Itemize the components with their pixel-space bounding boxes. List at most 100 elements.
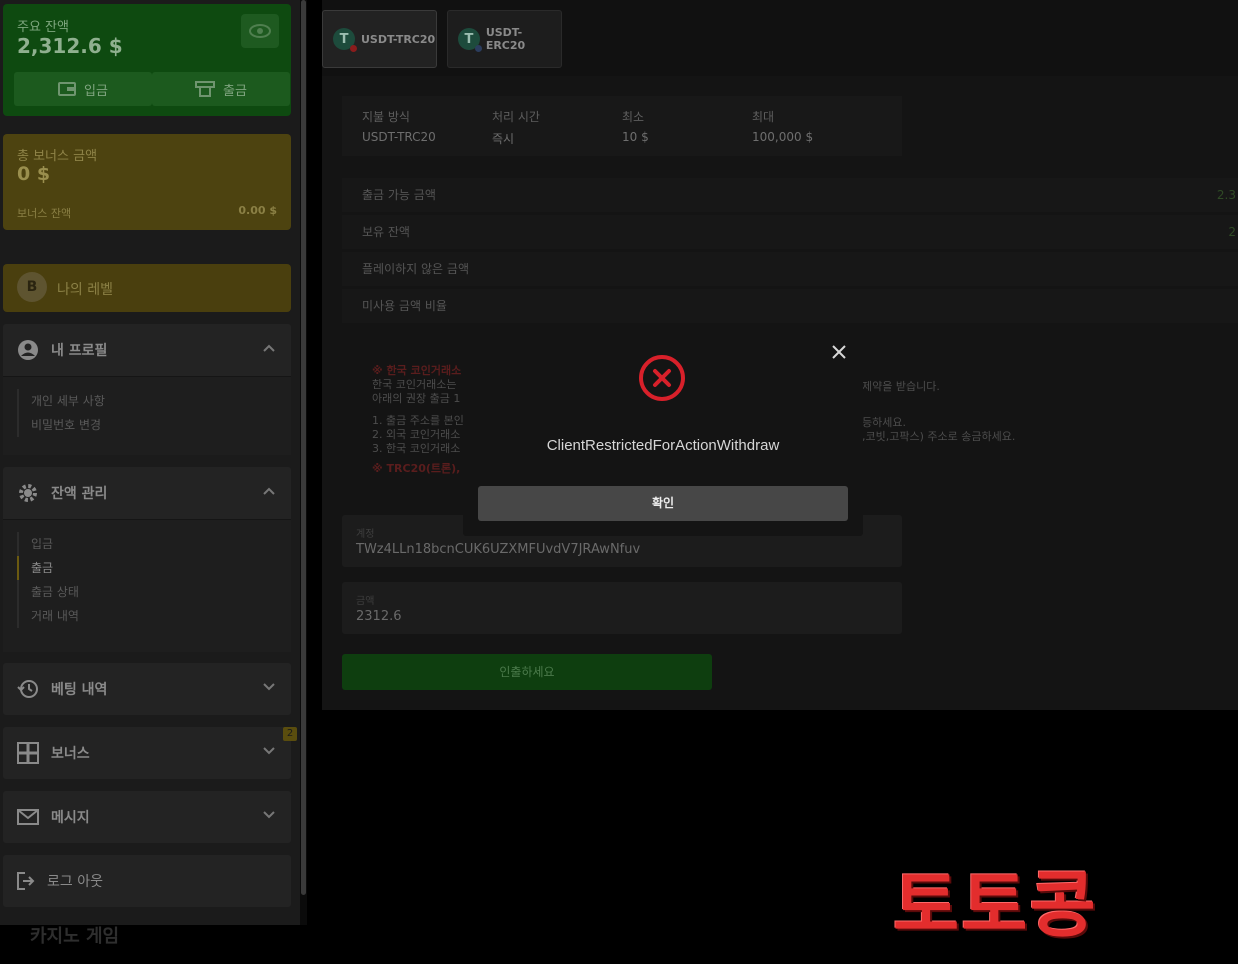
stat-label: 플레이하지 않은 금액 xyxy=(362,262,469,276)
gift-icon xyxy=(17,742,39,764)
close-icon[interactable] xyxy=(831,344,847,360)
betting-history-title: 베팅 내역 xyxy=(51,682,108,698)
info-time-label: 처리 시간 xyxy=(492,110,540,124)
my-level-button[interactable]: B 나의 레벨 xyxy=(3,264,291,312)
betting-history-panel[interactable]: 베팅 내역 xyxy=(3,663,291,715)
stat-row: 미사용 금액 비율 xyxy=(342,289,1238,323)
deposit-label: 입금 xyxy=(84,83,108,99)
sidebar-scrollbar[interactable] xyxy=(300,0,307,925)
messages-panel[interactable]: 메시지 xyxy=(3,791,291,843)
sidebar-scrollbar-thumb[interactable] xyxy=(301,0,306,895)
profile-panel: 내 프로필 개인 세부 사항 비밀번호 변경 xyxy=(3,324,291,455)
user-icon xyxy=(18,340,38,360)
main-balance-label: 주요 잔액 xyxy=(17,20,69,35)
sidebar: 주요 잔액 2,312.6 $ 입금 출금 총 보너스 금액 0 $ 보너스 잔… xyxy=(0,0,300,925)
withdraw-label: 출금 xyxy=(223,83,247,99)
balance-mgmt-title: 잔액 관리 xyxy=(51,486,108,502)
stat-label: 미사용 금액 비율 xyxy=(362,299,447,313)
toggle-balance-button[interactable] xyxy=(241,14,279,48)
stat-row: 플레이하지 않은 금액 xyxy=(342,252,1238,286)
bonus-balance-label: 보너스 잔액 xyxy=(17,207,72,220)
chevron-up-icon xyxy=(263,487,275,495)
logout-panel[interactable]: 로그 아웃 xyxy=(3,855,291,907)
history-icon xyxy=(17,680,38,698)
bonus-total-label: 총 보너스 금액 xyxy=(17,149,98,164)
notice-line-right: 제약을 받습니다. xyxy=(862,380,940,393)
logout-label: 로그 아웃 xyxy=(47,874,103,890)
profile-panel-header[interactable]: 내 프로필 xyxy=(3,324,291,376)
balance-mgmt-panel: 잔액 관리 입금 출금 출금 상태 거래 내역 xyxy=(3,467,291,652)
info-min: 최소 10 $ xyxy=(622,108,649,144)
balance-mgmt-body: 입금 출금 출금 상태 거래 내역 xyxy=(3,519,291,652)
deposit-link[interactable]: 입금 xyxy=(17,532,277,556)
error-message: ClientRestrictedForActionWithdraw xyxy=(546,437,780,454)
logout-icon xyxy=(17,872,35,890)
stat-row: 출금 가능 금액 2.3 xyxy=(342,178,1238,212)
bonus-title: 보너스 xyxy=(51,746,90,762)
change-password-link[interactable]: 비밀번호 변경 xyxy=(17,413,277,437)
main-balance-card: 주요 잔액 2,312.6 $ 입금 출금 xyxy=(3,4,291,116)
gear-icon xyxy=(19,484,37,502)
withdraw-button[interactable]: 출금 xyxy=(152,72,290,106)
casino-games-label[interactable]: 카지노 게임 xyxy=(30,922,119,948)
info-time: 처리 시간 즉시 xyxy=(492,108,540,147)
error-modal: ClientRestrictedForActionWithdraw 확인 xyxy=(463,323,863,536)
tether-icon: T xyxy=(458,28,482,52)
chevron-down-icon xyxy=(263,811,275,819)
balance-mgmt-header[interactable]: 잔액 관리 xyxy=(3,467,291,519)
logout-button[interactable]: 로그 아웃 xyxy=(3,855,291,907)
profile-details-link[interactable]: 개인 세부 사항 xyxy=(17,389,277,413)
messages-title: 메시지 xyxy=(51,810,90,826)
envelope-icon xyxy=(17,809,39,825)
tab-usdt-erc20-label: USDT-ERC20 xyxy=(485,26,526,52)
stat-label: 출금 가능 금액 xyxy=(362,188,436,202)
messages-header[interactable]: 메시지 xyxy=(3,791,291,843)
info-method-value: USDT-TRC20 xyxy=(362,130,436,144)
eye-icon xyxy=(249,24,271,38)
wallet-icon xyxy=(58,82,77,96)
betting-history-header[interactable]: 베팅 내역 xyxy=(3,663,291,715)
profile-panel-body: 개인 세부 사항 비밀번호 변경 xyxy=(3,376,291,455)
info-max: 최대 100,000 $ xyxy=(752,108,813,144)
tab-usdt-erc20[interactable]: T USDT-ERC20 xyxy=(447,10,562,68)
bonus-balance-card: 총 보너스 금액 0 $ 보너스 잔액 0.00 $ xyxy=(3,134,291,230)
confirm-button[interactable]: 확인 xyxy=(478,486,848,521)
stat-row: 보유 잔액 2 xyxy=(342,215,1238,249)
tether-icon: T xyxy=(333,28,357,52)
bonus-balance-value: 0.00 $ xyxy=(238,204,277,217)
chevron-up-icon xyxy=(263,344,275,352)
bonus-panel[interactable]: 보너스 xyxy=(3,727,291,779)
bonus-total-value: 0 $ xyxy=(17,163,51,185)
bonus-count-badge: 2 xyxy=(283,727,297,741)
bonus-header[interactable]: 보너스 xyxy=(3,727,291,779)
tab-usdt-trc20[interactable]: T USDT-TRC20 xyxy=(322,10,437,68)
stat-label: 보유 잔액 xyxy=(362,225,410,239)
transaction-history-link[interactable]: 거래 내역 xyxy=(17,604,277,628)
level-coin-icon: B xyxy=(17,272,47,302)
main-balance-value: 2,312.6 $ xyxy=(17,34,123,58)
withdraw-submit-button[interactable]: 인출하세요 xyxy=(342,654,712,690)
stat-value: 2 xyxy=(1228,225,1236,239)
chevron-down-icon xyxy=(263,683,275,691)
deposit-button[interactable]: 입금 xyxy=(14,72,152,106)
error-icon xyxy=(639,355,685,401)
withdraw-link[interactable]: 출금 xyxy=(17,556,277,580)
account-input[interactable]: TWz4LLn18bcnCUK6UZXMFUvdV7JRAwNfuv xyxy=(356,542,888,557)
amount-input[interactable]: 2312.6 xyxy=(356,609,888,624)
notice-line-right: ,코빗,고팍스) 주소로 송금하세요. xyxy=(862,430,1016,443)
info-min-value: 10 $ xyxy=(622,130,649,144)
info-max-label: 최대 xyxy=(752,110,775,124)
tab-usdt-trc20-label: USDT-TRC20 xyxy=(361,32,436,46)
withdraw-status-link[interactable]: 출금 상태 xyxy=(17,580,277,604)
amount-field[interactable]: 금액 2312.6 xyxy=(342,582,902,634)
chevron-down-icon xyxy=(263,747,275,755)
info-method-label: 지불 방식 xyxy=(362,110,410,124)
info-method: 지불 방식 USDT-TRC20 xyxy=(362,108,436,144)
my-level-label: 나의 레벨 xyxy=(57,282,113,298)
payment-info-table: 지불 방식 USDT-TRC20 처리 시간 즉시 최소 10 $ 최대 100… xyxy=(342,96,902,156)
watermark-logo: 토토콩 xyxy=(893,863,1098,947)
stat-value: 2.3 xyxy=(1216,188,1236,202)
info-time-value: 즉시 xyxy=(492,132,515,146)
info-min-label: 최소 xyxy=(622,110,645,124)
profile-title: 내 프로필 xyxy=(51,343,108,359)
